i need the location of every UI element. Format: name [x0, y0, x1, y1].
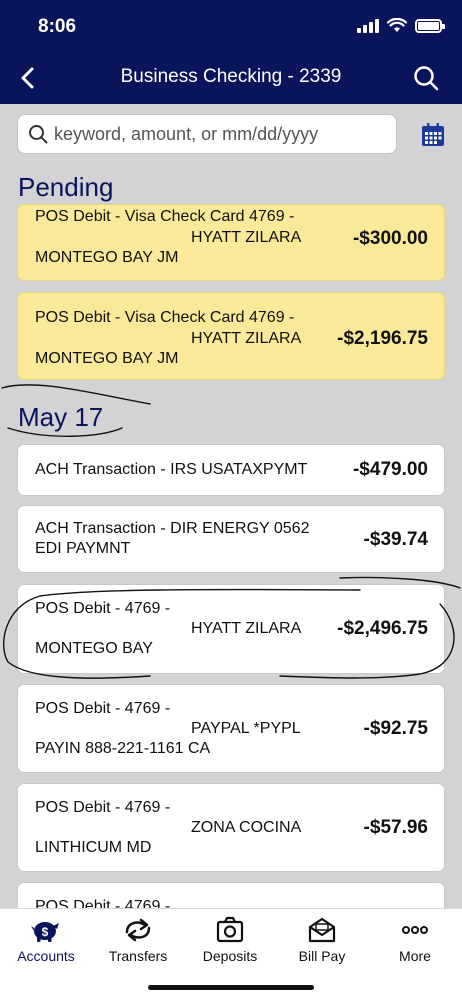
section-header-pending: Pending — [18, 172, 114, 202]
tab-accounts[interactable]: $ Accounts — [6, 915, 86, 964]
transaction-description: ACH Transaction - IRS USATAXPYMT — [35, 461, 308, 478]
search-row — [0, 104, 462, 166]
envelope-open-icon — [308, 917, 336, 943]
tab-label: Transfers — [108, 948, 168, 964]
transaction-card[interactable]: POS Debit - 4769 - — [17, 882, 445, 908]
svg-text:$: $ — [42, 925, 49, 939]
transfer-arrows-icon — [125, 918, 151, 942]
pending-transaction-card[interactable]: POS Debit - Visa Check Card 4769 - HYATT… — [17, 292, 445, 380]
transaction-card[interactable]: POS Debit - 4769 - PAYPAL *PYPL PAYIN 88… — [17, 684, 445, 773]
transaction-location: LINTHICUM MD — [35, 839, 152, 856]
search-button[interactable] — [410, 62, 442, 94]
piggy-bank-icon: $ — [31, 922, 59, 942]
tab-deposits[interactable]: Deposits — [190, 915, 270, 964]
tab-label: More — [399, 948, 431, 964]
tab-bill-pay[interactable]: Bill Pay — [282, 915, 362, 964]
transaction-list[interactable]: Pending POS Debit - Visa Check Card 4769… — [0, 166, 462, 908]
transaction-memo: EDI PAYMNT — [35, 540, 131, 557]
transaction-location: MONTEGO BAY — [35, 640, 153, 657]
transaction-card[interactable]: POS Debit - 4769 - HYATT ZILARA MONTEGO … — [17, 584, 445, 674]
transaction-merchant: PAYPAL *PYPL — [191, 720, 301, 737]
section-header-may-17: May 17 — [18, 402, 104, 432]
transaction-description: POS Debit - Visa Check Card 4769 - — [35, 309, 295, 326]
tab-more[interactable]: More — [375, 915, 455, 964]
transaction-amount: -$300.00 — [352, 228, 428, 249]
search-icon — [29, 125, 48, 144]
transaction-card[interactable]: ACH Transaction - IRS USATAXPYMT -$479.0… — [17, 444, 445, 496]
transaction-description: POS Debit - 4769 - — [35, 600, 171, 617]
nav-bar: Business Checking - 2339 — [0, 52, 462, 104]
transaction-amount: -$2,196.75 — [337, 328, 428, 349]
transaction-amount: -$479.00 — [352, 459, 428, 480]
camera-icon — [216, 916, 244, 943]
search-field[interactable] — [17, 114, 397, 154]
transaction-amount: -$57.96 — [363, 817, 428, 838]
more-dots-icon — [402, 926, 428, 934]
pending-transaction-card[interactable]: POS Debit - Visa Check Card 4769 - HYATT… — [17, 204, 445, 281]
transaction-amount: -$39.74 — [363, 529, 428, 550]
transaction-merchant: HYATT ZILARA — [191, 229, 302, 246]
transaction-card[interactable]: ACH Transaction - DIR ENERGY 0562 EDI PA… — [17, 505, 445, 573]
calendar-button[interactable] — [420, 122, 446, 148]
search-input[interactable] — [54, 123, 384, 145]
transaction-merchant: HYATT ZILARA — [191, 330, 302, 347]
calendar-icon — [422, 123, 444, 146]
tab-label: Bill Pay — [298, 948, 346, 964]
cellular-signal-icon — [357, 18, 379, 33]
battery-icon — [415, 18, 445, 33]
transaction-description: ACH Transaction - DIR ENERGY 0562 — [35, 520, 310, 537]
search-icon — [414, 66, 439, 91]
transaction-location: MONTEGO BAY JM — [35, 350, 179, 367]
transaction-description: POS Debit - 4769 - — [35, 799, 171, 816]
page-title: Business Checking - 2339 — [120, 66, 342, 87]
transaction-amount: -$2,496.75 — [337, 618, 428, 639]
tab-label: Accounts — [17, 948, 75, 964]
transaction-location: PAYIN 888-221-1161 CA — [35, 740, 211, 757]
transaction-description: POS Debit - Visa Check Card 4769 - — [35, 208, 295, 225]
transaction-location: MONTEGO BAY JM — [35, 249, 179, 266]
transaction-merchant: HYATT ZILARA — [191, 620, 302, 637]
wifi-icon — [387, 18, 407, 32]
status-time: 8:06 — [38, 16, 77, 37]
status-icons — [357, 18, 445, 33]
tab-label: Deposits — [202, 948, 258, 964]
transaction-merchant: ZONA COCINA — [191, 819, 302, 836]
transaction-description: POS Debit - 4769 - — [35, 700, 171, 717]
status-bar: 8:06 — [0, 0, 462, 52]
transaction-amount: -$92.75 — [363, 718, 428, 739]
tab-transfers[interactable]: Transfers — [98, 915, 178, 964]
transaction-card[interactable]: POS Debit - 4769 - ZONA COCINA LINTHICUM… — [17, 783, 445, 872]
transaction-description: POS Debit - 4769 - — [35, 898, 171, 908]
home-indicator — [148, 985, 314, 990]
